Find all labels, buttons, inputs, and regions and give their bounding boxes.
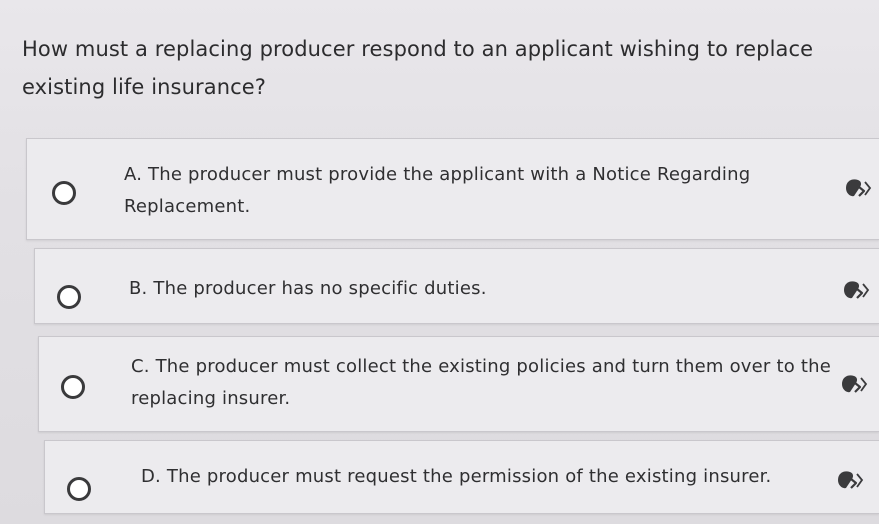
question-text: How must a replacing producer respond to… <box>22 37 814 99</box>
answer-label-d: D. The producer must request the permiss… <box>141 466 772 487</box>
answer-option-c[interactable]: C. The producer must collect the existin… <box>38 336 879 432</box>
answer-label-c: C. The producer must collect the existin… <box>131 356 831 409</box>
answer-label-b: B. The producer has no specific duties. <box>129 278 487 299</box>
read-aloud-icon[interactable] <box>835 469 865 491</box>
radio-button-b[interactable] <box>57 285 81 309</box>
read-aloud-icon[interactable] <box>841 279 871 301</box>
radio-button-d[interactable] <box>67 477 91 501</box>
answer-option-b[interactable]: B. The producer has no specific duties. <box>34 248 879 324</box>
read-aloud-icon[interactable] <box>839 373 869 395</box>
answer-option-d[interactable]: D. The producer must request the permiss… <box>44 440 879 514</box>
answer-label-a: A. The producer must provide the applica… <box>124 164 751 217</box>
radio-button-c[interactable] <box>61 375 85 399</box>
read-aloud-icon[interactable] <box>843 177 873 199</box>
answer-option-a[interactable]: A. The producer must provide the applica… <box>26 138 879 240</box>
radio-button-a[interactable] <box>52 181 76 205</box>
